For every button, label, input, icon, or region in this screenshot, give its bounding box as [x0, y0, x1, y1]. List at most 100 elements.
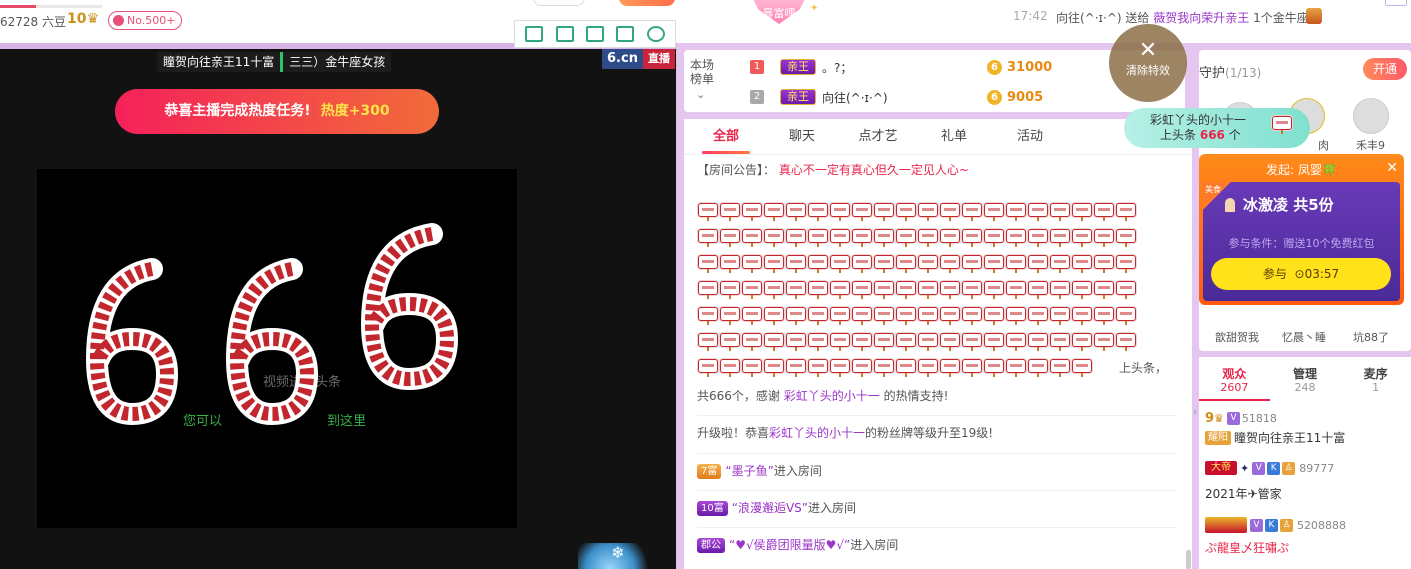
crest-icon: ✦	[1240, 461, 1250, 475]
ranking-user[interactable]: 向往(^·ɪ·^)	[822, 89, 888, 106]
headline-sign-icon	[698, 229, 718, 247]
headline-sign-icon	[698, 203, 718, 221]
guard-name[interactable]: 肉	[1318, 137, 1329, 153]
header-button[interactable]	[533, 0, 585, 6]
notice-part-a: 瞳贺向往亲王11十富	[163, 55, 275, 69]
headline-sign-icon	[720, 203, 740, 221]
headline-sign-icon	[896, 333, 916, 351]
tab-mic-queue[interactable]: 麦序 1	[1340, 361, 1411, 401]
tab-gift-list[interactable]: 礼单	[920, 119, 988, 154]
noble-badge: 郡公	[697, 538, 725, 553]
headline-sign-icon	[962, 307, 982, 325]
open-guard-button[interactable]: 开通	[1363, 58, 1407, 80]
user-name[interactable]: ぷ龍皇乄狂嘯ぷ	[1205, 539, 1289, 556]
headline-sign-icon	[698, 281, 718, 299]
headline-sign-icon	[698, 333, 718, 351]
ranking-user[interactable]: 。?；	[822, 59, 852, 76]
guard-name[interactable]: 忆晨丶睡	[1282, 329, 1326, 345]
guard-name[interactable]: 禾丰9	[1356, 137, 1385, 153]
top-bar: 62728 六豆 10♛ No.500+ 暴富哩 ✦ 17:42 向往(^·ɪ·…	[0, 0, 1411, 43]
task-hot: 热度+300	[320, 103, 390, 119]
headline-sign-icon	[1006, 307, 1026, 325]
headline-sign-icon	[874, 359, 894, 377]
headline-sign-icon	[1072, 281, 1092, 299]
room-notice: 【房间公告】： 真心不一定有真心但久一定见人心~	[697, 163, 969, 177]
ranking-row[interactable]: 2 亲王 向往(^·ɪ·^)	[750, 86, 888, 108]
ranking-value: 6 31000	[987, 56, 1052, 78]
join-button[interactable]: 参与 ⊙03:57	[1211, 258, 1391, 290]
chat-user[interactable]: “♥√侯爵团限量版♥√”	[729, 538, 850, 552]
headline-sign-icon	[742, 255, 762, 273]
headline-sign-icon	[984, 333, 1004, 351]
clear-effects-button[interactable]: ✕ 清除特效	[1109, 24, 1187, 102]
headline-sign-icon	[1072, 359, 1092, 377]
audience-row[interactable]: 9 ♛ V 51818	[1205, 411, 1277, 426]
headline-sign-icon	[1094, 307, 1114, 325]
audience-row-name[interactable]: 2021年✈管家	[1205, 485, 1282, 502]
headline-sign-icon	[808, 203, 828, 221]
chat-user[interactable]: 彩虹丫头的小十一	[769, 426, 865, 440]
tab-chat[interactable]: 聊天	[768, 119, 836, 154]
audience-row[interactable]: V K ♙ 5208888	[1205, 517, 1346, 533]
ranking-row[interactable]: 1 亲王 。?；	[750, 56, 852, 78]
level-progress-bar	[0, 5, 102, 8]
ranking-value: 6 9005	[987, 86, 1043, 108]
headline-sign-icon	[896, 203, 916, 221]
close-icon: ✕	[1138, 38, 1158, 63]
audience-row-name[interactable]: 耀阳 瞳贺向往亲王11十富	[1205, 429, 1345, 446]
headline-sign-icon	[1050, 203, 1070, 221]
tab-all[interactable]: 全部	[692, 119, 760, 154]
headline-sign-icon	[1094, 333, 1114, 351]
tab-activity[interactable]: 活动	[996, 119, 1064, 154]
k-badge: K	[1265, 518, 1278, 532]
headline-sign-icon	[918, 281, 938, 299]
close-icon[interactable]: ✕	[1386, 160, 1398, 176]
tab-talent[interactable]: 点才艺	[844, 119, 912, 154]
chat-user[interactable]: 彩虹丫头的小十一	[784, 389, 880, 403]
tab-admin[interactable]: 管理 248	[1270, 361, 1341, 401]
save-icon[interactable]	[585, 26, 604, 42]
tab-audience[interactable]: 观众 2607	[1199, 361, 1270, 401]
coin-icon: 6	[987, 89, 1002, 105]
headline-sign-icon	[1006, 229, 1026, 247]
logo-live: 直播	[642, 49, 675, 69]
video-area[interactable]: 视频进上头条 您可以 到这里	[37, 169, 517, 528]
user-name[interactable]: 2021年✈管家	[1205, 485, 1282, 502]
headline-sign-icon	[720, 333, 740, 351]
headline-sign-icon	[720, 307, 740, 325]
site-logo[interactable]: 6.cn 直播	[602, 49, 675, 69]
fullscreen-icon[interactable]	[555, 26, 574, 42]
headline-sign-icon	[808, 255, 828, 273]
headline-sign-icon	[1006, 281, 1026, 299]
guard-title: 守护(1/13)	[1199, 66, 1262, 81]
headline-sign-icon	[808, 359, 828, 377]
settings-icon[interactable]	[646, 26, 665, 42]
headline-sign-icon	[940, 255, 960, 273]
chevron-down-icon[interactable]: ⌄	[696, 88, 705, 101]
chat-user[interactable]: “墨子鱼”	[725, 464, 773, 478]
chevron-right-icon[interactable]: ›	[1193, 405, 1197, 418]
headline-sign-icon	[742, 229, 762, 247]
share-icon[interactable]	[616, 26, 635, 42]
headline-sign-icon	[830, 229, 850, 247]
headline-sign-icon	[852, 281, 872, 299]
headline-sign-icon	[830, 307, 850, 325]
guard-name[interactable]: 坑88了	[1353, 329, 1389, 345]
orange-header-button[interactable]	[619, 0, 675, 6]
audience-row-name[interactable]: ぷ龍皇乄狂嘯ぷ	[1205, 539, 1289, 556]
headline-sign-icon	[830, 255, 850, 273]
enter-message: 10富 “浪漫邂逅VS”进入房间	[697, 490, 1177, 516]
avatar[interactable]	[1353, 98, 1389, 134]
chat-scrollbar[interactable]	[1186, 550, 1191, 569]
headline-sign-icon	[918, 229, 938, 247]
portrait-icon[interactable]	[525, 26, 544, 42]
chat-user[interactable]: “浪漫邂逅VS”	[732, 501, 808, 515]
user-name[interactable]: 瞳贺向往亲王11十富	[1234, 429, 1345, 446]
rank-badge[interactable]: No.500+	[108, 11, 183, 30]
guard-name[interactable]: 歆甜贺我	[1215, 329, 1259, 345]
headline-sign-icon	[742, 307, 762, 325]
mini-icon[interactable]	[1385, 0, 1407, 6]
audience-row[interactable]: 大帝 ✦ V K ♙ 89777	[1205, 461, 1334, 475]
headline-sign-icon	[1116, 229, 1136, 247]
headline-sign-icon	[764, 229, 784, 247]
